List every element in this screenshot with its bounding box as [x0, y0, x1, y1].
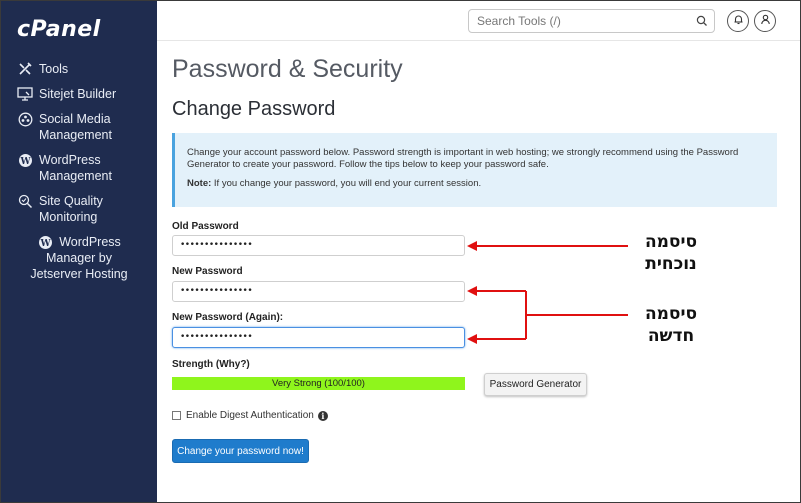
sidebar-item-label: Site Quality Monitoring: [39, 194, 103, 224]
strength-meter: Very Strong (100/100): [172, 377, 465, 390]
change-password-button[interactable]: Change your password now!: [172, 439, 309, 463]
wordpress-icon: W: [37, 234, 53, 250]
browser-frame: cPanel Tools Sitejet Builder Social Medi…: [0, 0, 801, 503]
bell-icon: [733, 12, 744, 30]
note-body: If you change your password, you will en…: [211, 178, 482, 189]
note-label: Note:: [187, 178, 212, 189]
wordpress-icon: W: [17, 152, 33, 168]
info-text: Change your account password below. Pass…: [187, 147, 739, 170]
sidebar-item-sitejet[interactable]: Sitejet Builder: [1, 86, 157, 102]
social-icon: [17, 111, 33, 127]
svg-text:W: W: [19, 157, 31, 167]
top-bar: [157, 1, 800, 41]
sidebar-nav: Tools Sitejet Builder Social Media Manag…: [1, 61, 157, 291]
sidebar-item-label: WordPress: [59, 235, 121, 249]
strength-label[interactable]: Strength (Why?): [172, 359, 250, 370]
sidebar-item-sublabel: Manager by Jetserver Hosting: [30, 251, 128, 281]
sidebar-item-wordpress-manager[interactable]: W WordPress Manager by Jetserver Hosting: [1, 234, 157, 282]
user-icon: [760, 12, 771, 30]
sidebar-item-tools[interactable]: Tools: [1, 61, 157, 77]
tools-icon: [17, 61, 33, 77]
notifications-button[interactable]: [727, 10, 749, 32]
search-input[interactable]: [469, 10, 679, 32]
sidebar-item-label: Sitejet Builder: [39, 87, 117, 101]
sidebar-item-site-quality[interactable]: Site Quality Monitoring: [1, 193, 157, 225]
new-password-again-label: New Password (Again):: [172, 312, 284, 323]
new-password-label: New Password: [172, 266, 243, 277]
page-title: Password & Security: [172, 55, 403, 83]
search-icon[interactable]: [696, 14, 708, 32]
new-password-again-field[interactable]: •••••••••••••••: [172, 327, 465, 348]
digest-auth-label[interactable]: Enable Digest Authentication: [186, 410, 314, 421]
search-check-icon: [17, 193, 33, 209]
info-icon[interactable]: i: [317, 410, 328, 421]
old-password-label: Old Password: [172, 221, 239, 232]
new-password-field[interactable]: •••••••••••••••: [172, 281, 465, 302]
sidebar-item-label: Tools: [39, 62, 69, 76]
svg-text:W: W: [39, 239, 51, 249]
sidebar-item-social-media[interactable]: Social Media Management: [1, 111, 157, 143]
sidebar-item-label: Social Media Management: [39, 112, 112, 142]
digest-auth-row: Enable Digest Authentication i: [172, 410, 328, 421]
annotation-current-password: סיסמה נוכחית: [644, 232, 698, 274]
section-title: Change Password: [172, 98, 336, 120]
old-password-field[interactable]: •••••••••••••••: [172, 235, 465, 256]
cpanel-logo[interactable]: cPanel: [17, 17, 101, 42]
sidebar: cPanel Tools Sitejet Builder Social Medi…: [1, 1, 157, 502]
monitor-icon: [17, 86, 33, 102]
info-callout: Change your account password below. Pass…: [172, 133, 777, 207]
annotation-new-password: סיסמה חדשה: [644, 304, 698, 346]
sidebar-item-label: WordPress Management: [39, 153, 112, 183]
sidebar-item-wordpress[interactable]: W WordPress Management: [1, 152, 157, 184]
digest-auth-checkbox[interactable]: [172, 411, 181, 420]
note-text: Note: If you change your password, you w…: [187, 178, 765, 190]
password-generator-button[interactable]: Password Generator: [484, 373, 587, 396]
search-box: [468, 9, 715, 33]
user-menu-button[interactable]: [754, 10, 776, 32]
